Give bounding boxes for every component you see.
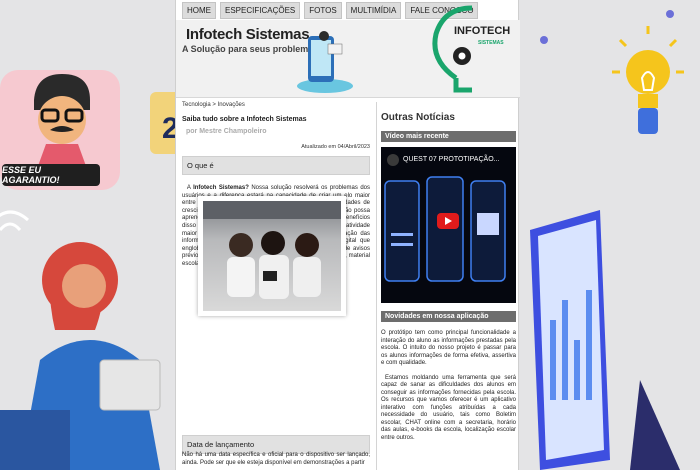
news-paragraph-2: Estamos moldando uma ferramenta que será… [381, 374, 516, 441]
launch-paragraph: Não há uma data específica e oficial par… [182, 452, 370, 466]
channel-avatar [387, 154, 399, 166]
calendar-decoration [150, 92, 176, 154]
mascot-illustration [34, 74, 90, 166]
web-page: HOME ESPECIFICAÇÕES FOTOS MULTIMÍDIA FAL… [175, 0, 520, 470]
play-button-icon[interactable] [437, 213, 459, 229]
students-photo-image [203, 201, 341, 311]
site-header: Infotech Sistemas A Solução para seus pr… [176, 5, 520, 98]
students-illustration [203, 201, 341, 299]
guarantee-badge: ESSE EU AGARANTIO! [2, 164, 100, 186]
phone-illustration [297, 31, 353, 93]
nav-fotos[interactable]: FOTOS [304, 2, 342, 19]
nav-especificacoes[interactable]: ESPECIFICAÇÕES [220, 2, 301, 19]
video-heading: Vídeo mais recente [381, 131, 516, 142]
paragraph-lead: Infotech Sistemas? [193, 185, 249, 191]
section-heading-what-is: O que é [182, 156, 370, 175]
nav-home[interactable]: HOME [182, 2, 216, 19]
gear-icon [453, 47, 471, 65]
logo-name: INFOTECH [454, 25, 510, 37]
background-card [0, 70, 120, 190]
nav-multimidia[interactable]: MULTIMÍDIA [345, 2, 402, 19]
lightbulb-icon [612, 26, 684, 134]
video-title[interactable]: QUEST 07 PROTOTIPAÇÃO... [403, 156, 499, 163]
logo-tag: SISTEMAS [478, 40, 504, 46]
paragraph-intro: A [186, 185, 191, 191]
news-heading: Novidades em nossa aplicação [381, 311, 516, 322]
youtube-video[interactable]: QUEST 07 PROTOTIPAÇÃO... [381, 147, 516, 303]
infotech-logo: INFOTECH SISTEMAS [432, 5, 510, 93]
article-author: por Mestre Champoleiro [186, 128, 267, 135]
woman-illustration [0, 210, 161, 470]
article-title: Saiba tudo sobre a Infotech Sistemas [182, 116, 307, 123]
site-title: Infotech Sistemas [186, 26, 310, 43]
sidebar-title: Outras Notícias [381, 112, 455, 123]
news-paragraph-1: O protótipo tem como principal funcional… [381, 330, 516, 366]
sidebar: Outras Notícias Vídeo mais recente QUEST… [376, 102, 520, 470]
article-date: Atualizado em 04/Abril/2023 [301, 144, 370, 150]
video-thumbnail [384, 176, 506, 282]
right-decoration [530, 10, 684, 470]
breadcrumb[interactable]: Tecnologia > Inovações [182, 102, 370, 108]
students-photo [198, 196, 346, 316]
